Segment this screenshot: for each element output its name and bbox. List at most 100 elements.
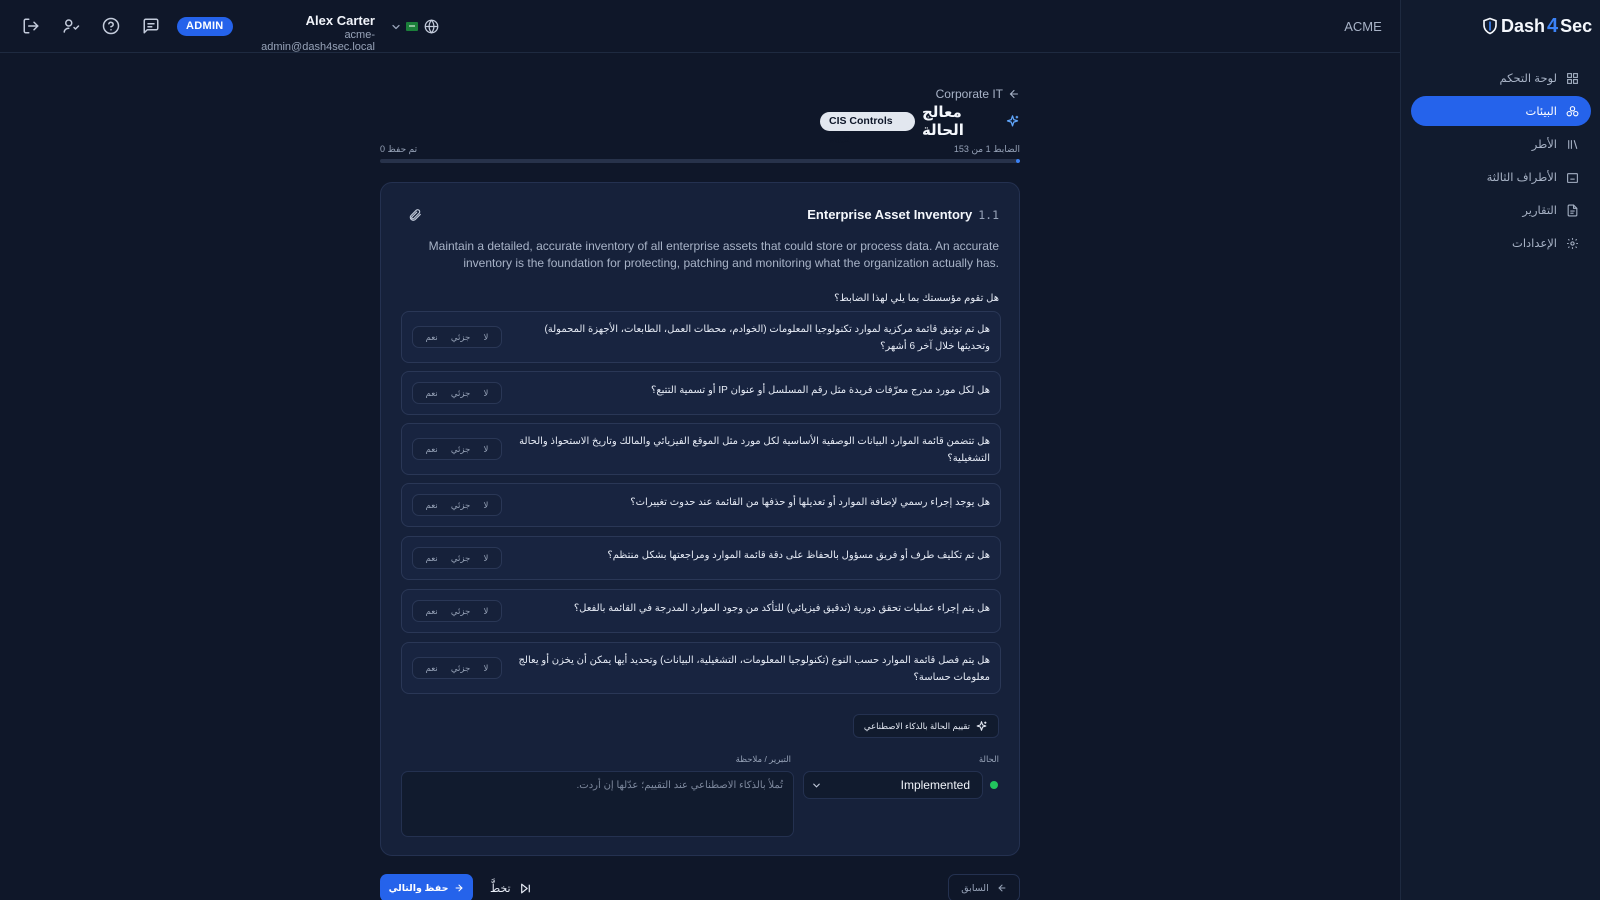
dashboard-grid-icon bbox=[1567, 72, 1578, 84]
question-text: هل تتضمن قائمة الموارد البيانات الوصفية … bbox=[519, 436, 990, 464]
chevron-down-icon bbox=[813, 783, 820, 788]
saved-count: تم حفظ 0 bbox=[380, 144, 418, 154]
report-file-icon bbox=[1567, 204, 1578, 216]
answer-toggle: نعم جزئي لا bbox=[412, 438, 502, 460]
sidebar-item-label: الأطراف الثالثة bbox=[1486, 172, 1557, 184]
sidebar: Dash 4 Sec لوحة التحكم البيئات الأطر الأطر… bbox=[1400, 0, 1600, 900]
question-text: هل يوجد إجراء رسمي لإضافة الموارد أو تعد… bbox=[630, 497, 990, 508]
tenant-name[interactable]: ACME bbox=[1340, 19, 1386, 34]
sidebar-item-label: لوحة التحكم bbox=[1499, 73, 1557, 85]
note-label: التبرير / ملاحظة bbox=[735, 754, 791, 764]
question-row: هل يتم إجراء عمليات تحقق دورية (تدقيق في… bbox=[401, 589, 1001, 633]
answer-yes-button[interactable]: نعم bbox=[426, 606, 438, 617]
sidebar-item-dashboard[interactable]: لوحة التحكم bbox=[1411, 63, 1591, 93]
answer-yes-button[interactable]: نعم bbox=[426, 553, 438, 564]
answer-no-button[interactable]: لا bbox=[484, 444, 489, 455]
answer-toggle: نعم جزئي لا bbox=[412, 547, 502, 569]
sidebar-item-third-parties[interactable]: الأطراف الثالثة bbox=[1411, 162, 1591, 192]
skip-forward-icon bbox=[520, 883, 530, 893]
sparkle-icon bbox=[1006, 114, 1019, 127]
control-card: Enterprise Asset Inventory 1.1 Maintain … bbox=[380, 182, 1020, 856]
answer-no-button[interactable]: لا bbox=[484, 388, 489, 399]
answer-no-button[interactable]: لا bbox=[484, 606, 489, 617]
flag-icon[interactable] bbox=[406, 22, 418, 31]
answer-no-button[interactable]: لا bbox=[484, 553, 489, 564]
chevron-down-icon[interactable] bbox=[390, 20, 402, 32]
answer-no-button[interactable]: لا bbox=[484, 500, 489, 511]
answer-partial-button[interactable]: جزئي bbox=[451, 444, 470, 455]
answer-partial-button[interactable]: جزئي bbox=[451, 606, 470, 617]
question-row: هل تم توثيق قائمة مركزية لموارد تكنولوجي… bbox=[401, 311, 1001, 363]
answer-partial-button[interactable]: جزئي bbox=[451, 500, 470, 511]
status-dot bbox=[990, 781, 998, 789]
answer-yes-button[interactable]: نعم bbox=[426, 332, 438, 343]
shield-icon bbox=[1483, 17, 1497, 35]
justification-note[interactable] bbox=[401, 771, 794, 837]
answer-partial-button[interactable]: جزئي bbox=[451, 388, 470, 399]
sparkle-icon bbox=[976, 720, 987, 731]
answer-yes-button[interactable]: نعم bbox=[426, 663, 438, 674]
question-text: هل يتم إجراء عمليات تحقق دورية (تدقيق في… bbox=[573, 603, 990, 614]
answer-no-button[interactable]: لا bbox=[484, 332, 489, 343]
skip-button[interactable]: تخطَّ bbox=[490, 878, 532, 898]
user-email: acme-admin@dash4sec.local bbox=[261, 29, 375, 53]
question-text: هل تم تكليف طرف أو فريق مسؤول بالحفاظ عل… bbox=[607, 550, 990, 561]
building-icon bbox=[1567, 172, 1578, 183]
paperclip-icon[interactable] bbox=[408, 208, 422, 222]
answer-partial-button[interactable]: جزئي bbox=[451, 553, 470, 564]
question-text: هل تم توثيق قائمة مركزية لموارد تكنولوجي… bbox=[544, 324, 990, 352]
answer-no-button[interactable]: لا bbox=[484, 663, 489, 674]
arrow-right-icon bbox=[455, 884, 464, 892]
control-position: الضابط 1 من 153 bbox=[953, 144, 1020, 154]
save-next-label: حفظ والتالي bbox=[388, 882, 449, 894]
question-row: هل تم تكليف طرف أو فريق مسؤول بالحفاظ عل… bbox=[401, 536, 1001, 580]
environments-icon bbox=[1566, 105, 1579, 116]
logout-icon[interactable] bbox=[22, 17, 40, 35]
answer-yes-button[interactable]: نعم bbox=[426, 500, 438, 511]
answer-toggle: نعم جزئي لا bbox=[412, 600, 502, 622]
ai-assess-button[interactable]: تقييم الحالة بالذكاء الاصطناعي bbox=[852, 714, 999, 738]
previous-button[interactable]: السابق bbox=[948, 874, 1020, 900]
help-icon[interactable] bbox=[102, 17, 120, 35]
chat-icon[interactable] bbox=[142, 17, 160, 35]
answer-partial-button[interactable]: جزئي bbox=[451, 663, 470, 674]
sidebar-item-label: التقارير bbox=[1522, 205, 1557, 217]
arrow-left-icon bbox=[1009, 89, 1019, 99]
sidebar-item-reports[interactable]: التقارير bbox=[1411, 195, 1591, 225]
status-select[interactable]: Implemented bbox=[803, 771, 983, 799]
answer-partial-button[interactable]: جزئي bbox=[451, 332, 470, 343]
skip-label: تخطَّ bbox=[490, 882, 511, 895]
answer-toggle: نعم جزئي لا bbox=[412, 494, 502, 516]
sidebar-item-environments[interactable]: البيئات bbox=[1411, 96, 1591, 126]
question-row: هل يتم فصل قائمة الموارد حسب النوع (تكنو… bbox=[401, 642, 1001, 694]
answer-toggle: نعم جزئي لا bbox=[412, 657, 502, 679]
sidebar-item-label: الإعدادات bbox=[1512, 238, 1557, 250]
previous-label: السابق bbox=[961, 882, 989, 894]
progress-bar bbox=[380, 159, 1020, 163]
globe-icon[interactable] bbox=[424, 19, 439, 34]
question-prompt: هل تقوم مؤسستك بما يلي لهذا الضابط؟ bbox=[834, 293, 999, 304]
gear-icon bbox=[1567, 237, 1578, 249]
sidebar-item-frameworks[interactable]: الأطر bbox=[1411, 129, 1591, 159]
ai-assess-label: تقييم الحالة بالذكاء الاصطناعي bbox=[863, 720, 970, 731]
brand-bolt: 4 bbox=[1547, 14, 1559, 37]
sidebar-item-label: الأطر bbox=[1531, 139, 1557, 151]
answer-yes-button[interactable]: نعم bbox=[426, 444, 438, 455]
sidebar-item-settings[interactable]: الإعدادات bbox=[1411, 228, 1591, 258]
top-bar: ADMIN Alex Carter acme-admin@dash4sec.lo… bbox=[0, 0, 1400, 53]
answer-toggle: نعم جزئي لا bbox=[412, 382, 502, 404]
control-id: 1.1 bbox=[978, 208, 999, 222]
control-description: Maintain a detailed, accurate inventory … bbox=[428, 239, 999, 270]
user-switch-icon[interactable] bbox=[62, 17, 80, 35]
role-badge: ADMIN bbox=[177, 17, 233, 36]
frameworks-library-icon bbox=[1568, 139, 1578, 149]
breadcrumb[interactable]: Corporate IT bbox=[920, 87, 1020, 101]
save-next-button[interactable]: حفظ والتالي bbox=[380, 874, 473, 900]
control-title: Enterprise Asset Inventory bbox=[807, 207, 973, 222]
answer-yes-button[interactable]: نعم bbox=[426, 388, 438, 399]
brand-logo[interactable]: Dash 4 Sec bbox=[1481, 14, 1592, 38]
page-title: معالج الحالة bbox=[921, 104, 964, 139]
question-row: هل تتضمن قائمة الموارد البيانات الوصفية … bbox=[401, 423, 1001, 475]
question-text: هل يتم فصل قائمة الموارد حسب النوع (تكنو… bbox=[518, 655, 990, 683]
user-name[interactable]: Alex Carter bbox=[238, 13, 375, 28]
